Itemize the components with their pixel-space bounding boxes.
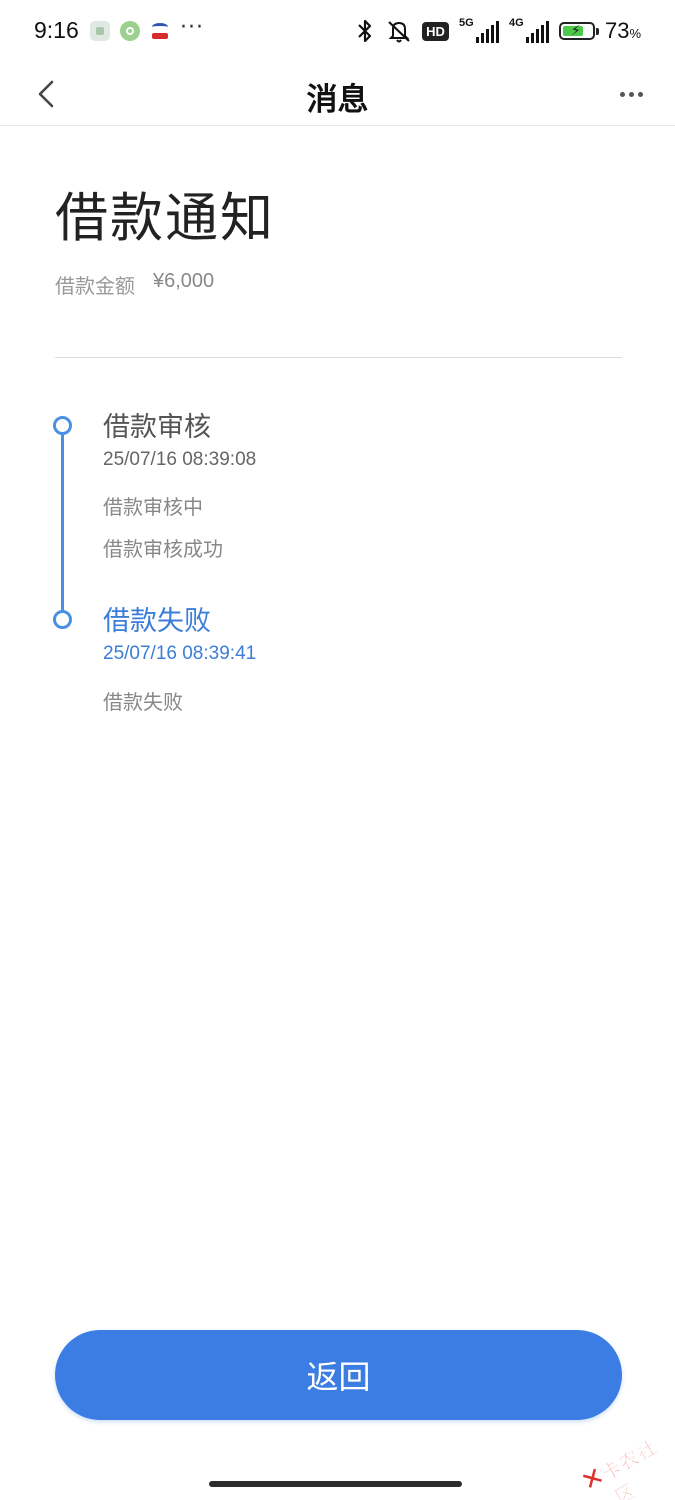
nav-title: 消息 bbox=[306, 82, 369, 118]
step-title-failed: 借款失败 bbox=[103, 606, 211, 637]
divider bbox=[55, 357, 622, 358]
loan-amount-row: 借款金额 ¥6,000 bbox=[55, 270, 214, 299]
status-bar: 9:16 ··· HD 5G 4G ⚡ 73% bbox=[0, 0, 675, 62]
return-button[interactable]: 返回 bbox=[55, 1330, 622, 1420]
more-notifications-icon: ··· bbox=[180, 15, 204, 40]
battery-percent: 73% bbox=[604, 18, 641, 43]
step-time-review: 25/07/16 08:39:08 bbox=[103, 449, 257, 470]
step-time-failed: 25/07/16 08:39:41 bbox=[103, 643, 257, 664]
page-title: 借款通知 bbox=[55, 188, 275, 249]
nav-bar: 消息 bbox=[0, 62, 675, 126]
status-time: 9:16 bbox=[34, 17, 79, 43]
bell-muted-icon bbox=[388, 21, 410, 43]
signal-4g-icon: 4G bbox=[509, 17, 549, 43]
app-notification-icon bbox=[120, 21, 140, 41]
step-detail: 借款审核中 bbox=[103, 495, 203, 519]
home-indicator[interactable] bbox=[209, 1481, 462, 1487]
timeline-node-active bbox=[53, 610, 72, 629]
amount-label: 借款金额 bbox=[55, 274, 135, 298]
more-options-button[interactable] bbox=[613, 78, 649, 110]
status-indicators: HD 5G 4G ⚡ 73% bbox=[354, 16, 641, 46]
step-title-review: 借款审核 bbox=[103, 412, 211, 443]
signal-5g-icon: 5G bbox=[459, 17, 499, 43]
timeline-line bbox=[61, 428, 64, 620]
amount-value: ¥6,000 bbox=[153, 270, 215, 292]
battery-icon: ⚡ bbox=[558, 22, 599, 40]
hd-voice-icon: HD bbox=[422, 21, 449, 41]
more-horizontal-icon bbox=[619, 91, 625, 97]
step-detail: 借款审核成功 bbox=[103, 537, 223, 561]
timeline-node bbox=[53, 416, 72, 435]
step-detail: 借款失败 bbox=[103, 690, 183, 714]
app-notification-icon bbox=[150, 21, 170, 41]
bluetooth-icon bbox=[358, 19, 372, 43]
app-notification-icon bbox=[90, 21, 110, 41]
